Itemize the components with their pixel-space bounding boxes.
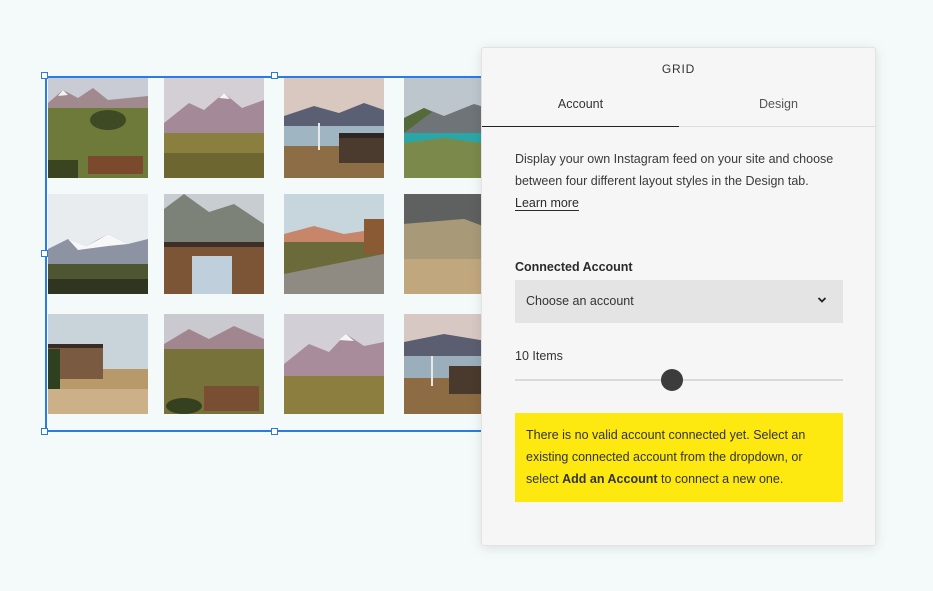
- chevron-down-icon: [817, 297, 827, 303]
- add-account-link[interactable]: Add an Account: [562, 472, 657, 486]
- grid-photo: [48, 194, 148, 294]
- grid-photo: [48, 78, 148, 178]
- items-count-label: 10 Items: [515, 349, 563, 363]
- grid-photo: [284, 78, 384, 178]
- items-slider-handle[interactable]: [661, 369, 683, 391]
- no-account-warning: There is no valid account connected yet.…: [515, 413, 843, 502]
- resize-handle-top[interactable]: [271, 72, 278, 79]
- connected-account-label: Connected Account: [515, 260, 633, 274]
- account-select-value: Choose an account: [526, 294, 634, 308]
- grid-photo: [48, 314, 148, 414]
- account-select[interactable]: Choose an account: [515, 280, 843, 323]
- grid-settings-panel: GRID Account Design Display your own Ins…: [481, 47, 876, 546]
- resize-handle-left[interactable]: [41, 250, 48, 257]
- panel-title: GRID: [661, 62, 696, 76]
- resize-handle-bottom[interactable]: [271, 428, 278, 435]
- grid-photo: [164, 194, 264, 294]
- grid-photo: [284, 194, 384, 294]
- panel-tabs: Account Design: [482, 96, 875, 127]
- tab-design[interactable]: Design: [680, 96, 877, 126]
- resize-handle-bottom-left[interactable]: [41, 428, 48, 435]
- grid-photo: [284, 314, 384, 414]
- warning-text-after: to connect a new one.: [657, 472, 784, 486]
- instagram-grid-block[interactable]: [45, 76, 504, 432]
- resize-handle-top-left[interactable]: [41, 72, 48, 79]
- grid-photo: [164, 314, 264, 414]
- tab-account[interactable]: Account: [482, 96, 679, 127]
- learn-more-link[interactable]: Learn more: [515, 192, 579, 214]
- grid-photo: [164, 78, 264, 178]
- panel-description: Display your own Instagram feed on your …: [515, 152, 834, 188]
